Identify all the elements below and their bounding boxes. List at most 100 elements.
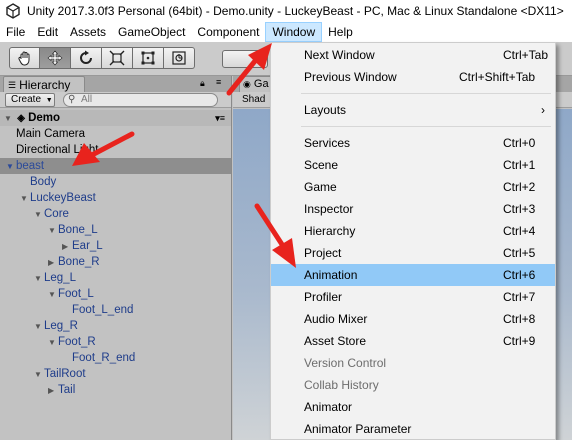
hierarchy-items: Main Camera Directional Light ▼ beast Body ▼ L… [0,126,231,398]
collapse-arrow-icon[interactable]: ▼ [34,367,44,383]
hierarchy-item[interactable]: ▼ Leg_L [0,270,231,286]
hierarchy-item[interactable]: Body [0,174,231,190]
menu-item-shortcut: Ctrl+9 [503,334,536,348]
menu-file[interactable]: File [0,22,31,42]
menu-separator [301,126,551,127]
menu-item-shortcut: Ctrl+Tab [503,48,549,62]
menu-item-previous-window[interactable]: Previous Window Ctrl+Shift+Tab [271,66,555,88]
menu-assets[interactable]: Assets [64,22,112,42]
collapse-arrow-icon[interactable]: ▼ [34,271,44,287]
collapse-arrow-icon[interactable]: ▼ [6,159,16,175]
menu-edit[interactable]: Edit [31,22,64,42]
hierarchy-item[interactable]: Main Camera [0,126,231,142]
menu-item-label: Animator Parameter [304,422,412,436]
menu-item-label: Version Control [304,356,387,370]
scene-menu-icon[interactable]: ▾≡ [215,110,225,126]
transform-tools [9,47,195,69]
hierarchy-item-label: Leg_L [44,272,76,284]
menu-item-label: Services [304,136,351,150]
transform-tool-button[interactable] [164,47,195,69]
menu-item-asset-store[interactable]: Asset Store Ctrl+9 [271,330,555,352]
collapse-arrow-icon[interactable]: ▼ [20,191,30,207]
shading-mode-dropdown[interactable]: Shad [242,93,265,107]
menu-item-game[interactable]: Game Ctrl+2 [271,176,555,198]
menu-item-animator-parameter[interactable]: Animator Parameter [271,418,555,440]
menu-window[interactable]: Window [265,22,323,42]
menu-item-services[interactable]: Services Ctrl+0 [271,132,555,154]
tab-hierarchy[interactable]: ☰ Hierarchy [3,76,85,93]
hierarchy-item[interactable]: ▼ Foot_R [0,334,231,350]
menu-item-label: Next Window [304,48,375,62]
hierarchy-item-label: Leg_R [44,320,78,332]
menu-item-label: Project [304,246,342,260]
collapse-arrow-icon[interactable]: ▼ [48,335,58,351]
hierarchy-item-label: Foot_R_end [72,352,136,364]
menu-item-layouts[interactable]: Layouts › [271,99,555,121]
scale-tool-button[interactable] [102,47,133,69]
create-dropdown[interactable]: Create ▼ [5,93,55,107]
menu-item-label: Inspector [304,202,354,216]
panel-menu-icon[interactable]: ≡ [216,77,221,87]
menu-item-shortcut: Ctrl+6 [503,268,536,282]
hand-tool-button[interactable] [9,47,40,69]
hand-icon [17,51,29,66]
menu-gameobject[interactable]: GameObject [112,22,191,42]
hierarchy-item[interactable]: ▶ Tail [0,382,231,398]
scene-row[interactable]: ▼ ◈ Demo ▾≡ [0,110,231,126]
menu-item-project[interactable]: Project Ctrl+5 [271,242,555,264]
menu-item-hierarchy[interactable]: Hierarchy Ctrl+4 [271,220,555,242]
hierarchy-item[interactable]: ▼ TailRoot [0,366,231,382]
collapse-arrow-icon[interactable]: ▼ [48,223,58,239]
expand-arrow-icon[interactable]: ▼ [4,111,14,127]
expand-arrow-icon[interactable]: ▶ [48,255,58,271]
menu-item-next-window[interactable]: Next Window Ctrl+Tab [271,44,555,66]
hierarchy-item[interactable]: ▼ Leg_R [0,318,231,334]
rect-tool-button[interactable] [133,47,164,69]
chevron-right-icon: › [541,103,545,117]
scene-tab-label: Ga [253,78,269,90]
menu-help[interactable]: Help [322,22,359,42]
menu-item-animation[interactable]: Animation Ctrl+6 [271,264,555,286]
window-title: Unity 2017.3.0f3 Personal (64bit) - Demo… [27,4,564,18]
rotate-tool-button[interactable] [71,47,102,69]
collapse-arrow-icon[interactable]: ▼ [48,287,58,303]
game-icon: ◉ [243,79,251,89]
hierarchy-item[interactable]: ▼ Foot_L [0,286,231,302]
hierarchy-item[interactable]: ▶ Bone_R [0,254,231,270]
menu-component[interactable]: Component [191,22,265,42]
menu-item-audio-mixer[interactable]: Audio Mixer Ctrl+8 [271,308,555,330]
move-tool-button[interactable] [40,47,71,69]
hierarchy-item[interactable]: ▶ Ear_L [0,238,231,254]
expand-arrow-icon[interactable]: ▶ [62,239,72,255]
menu-item-scene[interactable]: Scene Ctrl+1 [271,154,555,176]
hierarchy-item-label: LuckeyBeast [30,192,96,204]
search-placeholder: All [81,94,93,105]
collapse-arrow-icon[interactable]: ▼ [34,319,44,335]
menu-item-label: Animator [304,400,353,414]
expand-arrow-icon[interactable]: ▶ [48,383,58,399]
hierarchy-item[interactable]: Foot_R_end [0,350,231,366]
rect-transform-icon [141,51,155,65]
menu-item-label: Hierarchy [304,224,356,238]
hierarchy-item[interactable]: Foot_L_end [0,302,231,318]
hierarchy-item[interactable]: ▼ beast [0,158,231,174]
hierarchy-item[interactable]: ▼ LuckeyBeast [0,190,231,206]
hierarchy-item[interactable]: ▼ Bone_L [0,222,231,238]
unity-scene-icon: ◈ [17,113,25,124]
menu-item-label: Previous Window [304,70,397,84]
menu-item-version-control: Version Control [271,352,555,374]
transform-icon [172,51,186,65]
hierarchy-search-input[interactable]: ⚲ All [63,93,218,107]
hierarchy-tab-label: Hierarchy [19,77,71,92]
lock-icon[interactable]: 🔒︎ [200,78,205,89]
chevron-down-icon: ▼ [45,97,53,104]
collapse-arrow-icon[interactable]: ▼ [34,207,44,223]
hierarchy-item[interactable]: ▼ Core [0,206,231,222]
menu-item-shortcut: Ctrl+1 [503,158,536,172]
pivot-toggle-button[interactable] [222,50,268,68]
scale-icon [109,50,125,66]
menu-item-animator[interactable]: Animator [271,396,555,418]
menu-item-inspector[interactable]: Inspector Ctrl+3 [271,198,555,220]
menu-item-profiler[interactable]: Profiler Ctrl+7 [271,286,555,308]
hierarchy-item[interactable]: Directional Light [0,142,231,158]
